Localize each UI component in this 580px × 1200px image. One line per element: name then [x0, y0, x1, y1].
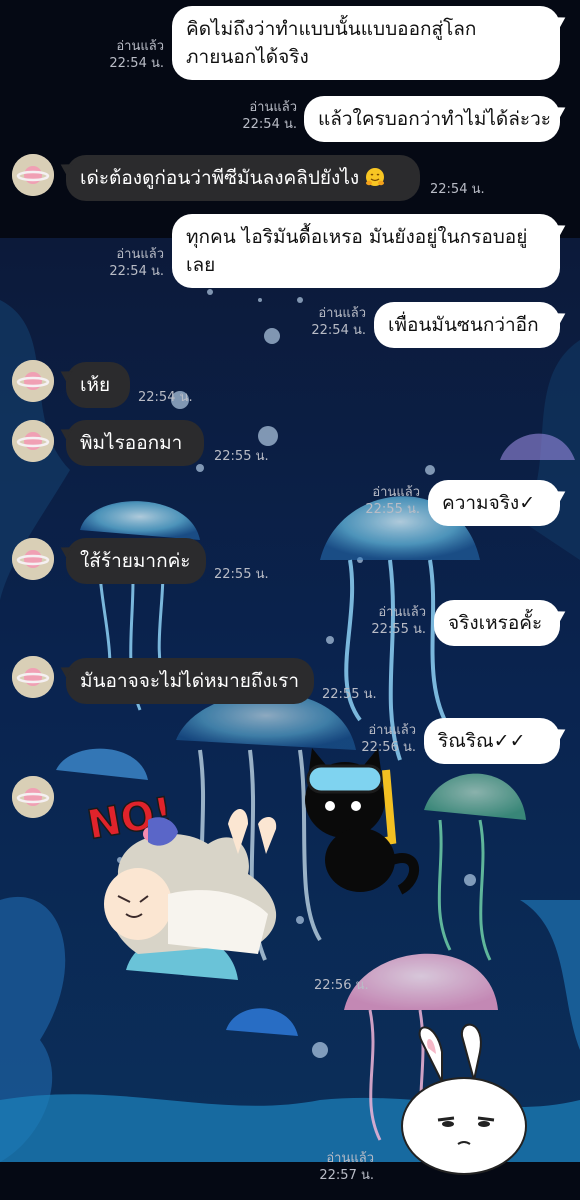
- read-receipt: อ่านแล้ว 22:54 น.: [109, 38, 164, 72]
- contact-avatar[interactable]: [12, 656, 54, 698]
- outgoing-message[interactable]: จริงเหรอคั้ะ: [434, 600, 560, 646]
- incoming-message[interactable]: พิมไรออกมา: [66, 420, 204, 466]
- message-line: คิดไม่ถึงว่าทำแบบนั้นแบบออกสู่โลก: [186, 18, 477, 40]
- read-receipt: อ่านแล้ว 22:55 น.: [365, 484, 420, 518]
- planet-avatar-icon: [12, 420, 54, 462]
- incoming-message[interactable]: เด่ะต้องดูก่อนว่าพีซีมันลงคลิปยังไง: [66, 155, 420, 201]
- read-label: อ่านแล้ว: [372, 485, 420, 500]
- outgoing-message[interactable]: คิดไม่ถึงว่าทำแบบนั้นแบบออกสู่โลก ภายนอก…: [172, 6, 560, 80]
- contact-avatar[interactable]: [12, 538, 54, 580]
- message-line: ริณริณ✓✓: [438, 730, 526, 752]
- anime-girl-no-sticker[interactable]: NO!: [78, 784, 318, 974]
- contact-avatar[interactable]: [12, 360, 54, 402]
- read-label: อ่านแล้ว: [116, 247, 164, 262]
- read-receipt: อ่านแล้ว 22:56 น.: [361, 722, 416, 756]
- message-time: 22:54 น.: [430, 182, 485, 197]
- planet-avatar-icon: [12, 154, 54, 196]
- incoming-message[interactable]: มันอาจจะไม่ได่หมายถึงเรา: [66, 658, 314, 704]
- message-time: 22:54 น.: [138, 390, 193, 405]
- read-receipt: อ่านแล้ว 22:54 น.: [242, 99, 297, 133]
- message-time: 22:57 น.: [319, 1168, 374, 1183]
- outgoing-message[interactable]: ความจริง✓: [428, 480, 560, 526]
- read-label: อ่านแล้ว: [378, 605, 426, 620]
- read-receipt: อ่านแล้ว 22:54 น.: [109, 246, 164, 280]
- planet-avatar-icon: [12, 776, 54, 818]
- message-time: 22:55 น.: [365, 502, 420, 517]
- read-receipt: อ่านแล้ว 22:54 น.: [311, 305, 366, 339]
- message-time: 22:56 น.: [361, 740, 416, 755]
- outgoing-message[interactable]: ทุกคน ไอริมันดื้อเหรอ มันยังอยู่ในกรอบอย…: [172, 214, 560, 288]
- outgoing-message[interactable]: แล้วใครบอกว่าทำไม่ได้ล่ะวะ: [304, 96, 560, 142]
- outgoing-message[interactable]: เพื่อนมันซนกว่าอีก: [374, 302, 560, 348]
- message-time: 22:56 น.: [314, 978, 369, 993]
- read-receipt: อ่านแล้ว 22:57 น.: [319, 1150, 374, 1184]
- contact-avatar[interactable]: [12, 420, 54, 462]
- message-text: เด่ะต้องดูก่อนว่าพีซีมันลงคลิปยังไง: [80, 167, 360, 189]
- message-line: แล้วใครบอกว่าทำไม่ได้ล่ะวะ: [318, 108, 551, 130]
- message-line: เพื่อนมันซนกว่าอีก: [388, 314, 539, 336]
- read-label: อ่านแล้ว: [116, 39, 164, 54]
- message-text: ใส้ร้ายมากค่ะ: [80, 550, 191, 572]
- message-time: 22:55 น.: [214, 567, 269, 582]
- incoming-message[interactable]: เห้ย: [66, 362, 130, 408]
- message-line: ความจริง✓: [442, 492, 536, 514]
- read-label: อ่านแล้ว: [249, 100, 297, 115]
- message-time: 22:54 น.: [311, 323, 366, 338]
- contact-avatar[interactable]: [12, 776, 54, 818]
- contact-avatar[interactable]: [12, 154, 54, 196]
- message-text: เห้ย: [80, 374, 111, 396]
- message-time: 22:54 น.: [109, 264, 164, 279]
- read-receipt: อ่านแล้ว 22:55 น.: [371, 604, 426, 638]
- message-line: ทุกคน ไอริมันดื้อเหรอ มันยังอยู่ในกรอบอย…: [186, 226, 528, 248]
- message-line: จริงเหรอคั้ะ: [448, 612, 543, 634]
- planet-avatar-icon: [12, 538, 54, 580]
- message-time: 22:55 น.: [322, 687, 377, 702]
- read-label: อ่านแล้ว: [368, 723, 416, 738]
- chat-screen: อ่านแล้ว 22:54 น. คิดไม่ถึงว่าทำแบบนั้นแ…: [0, 0, 580, 1200]
- planet-avatar-icon: [12, 656, 54, 698]
- smiling-hands-emoji-icon: [366, 168, 385, 186]
- message-time: 22:54 น.: [242, 117, 297, 132]
- message-text: พิมไรออกมา: [80, 432, 183, 454]
- read-label: อ่านแล้ว: [318, 306, 366, 321]
- incoming-message[interactable]: ใส้ร้ายมากค่ะ: [66, 538, 206, 584]
- read-label: อ่านแล้ว: [326, 1151, 374, 1166]
- message-time: 22:55 น.: [371, 622, 426, 637]
- white-rabbit-sticker[interactable]: [398, 1022, 532, 1176]
- outgoing-message[interactable]: ริณริณ✓✓: [424, 718, 560, 764]
- message-line: เลย: [186, 254, 216, 276]
- message-text: มันอาจจะไม่ได่หมายถึงเรา: [80, 670, 300, 692]
- message-line: ภายนอกได้จริง: [186, 46, 309, 68]
- message-time: 22:55 น.: [214, 449, 269, 464]
- planet-avatar-icon: [12, 360, 54, 402]
- message-time: 22:54 น.: [109, 56, 164, 71]
